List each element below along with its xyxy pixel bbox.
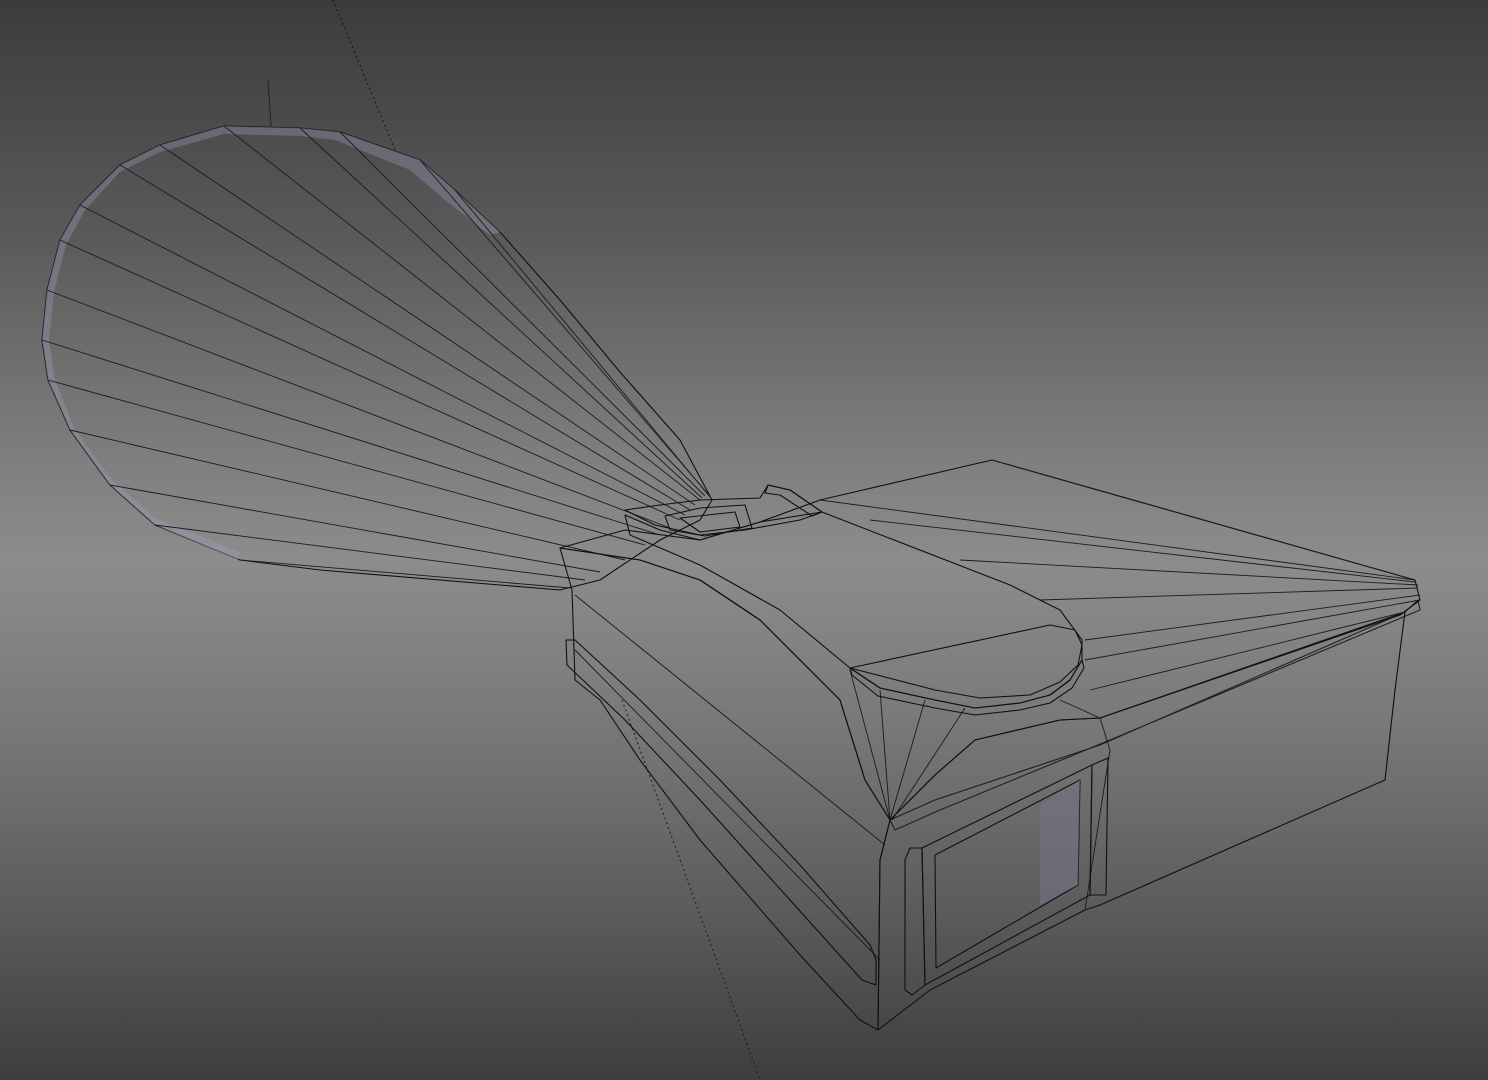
front-opening <box>904 757 1109 996</box>
main-block[interactable] <box>559 459 1421 1031</box>
viewport-scene[interactable] <box>0 0 1488 1080</box>
camera-guide-line <box>267 0 761 1080</box>
3d-viewport[interactable] <box>0 0 1488 1080</box>
bell-horn[interactable] <box>41 125 713 591</box>
